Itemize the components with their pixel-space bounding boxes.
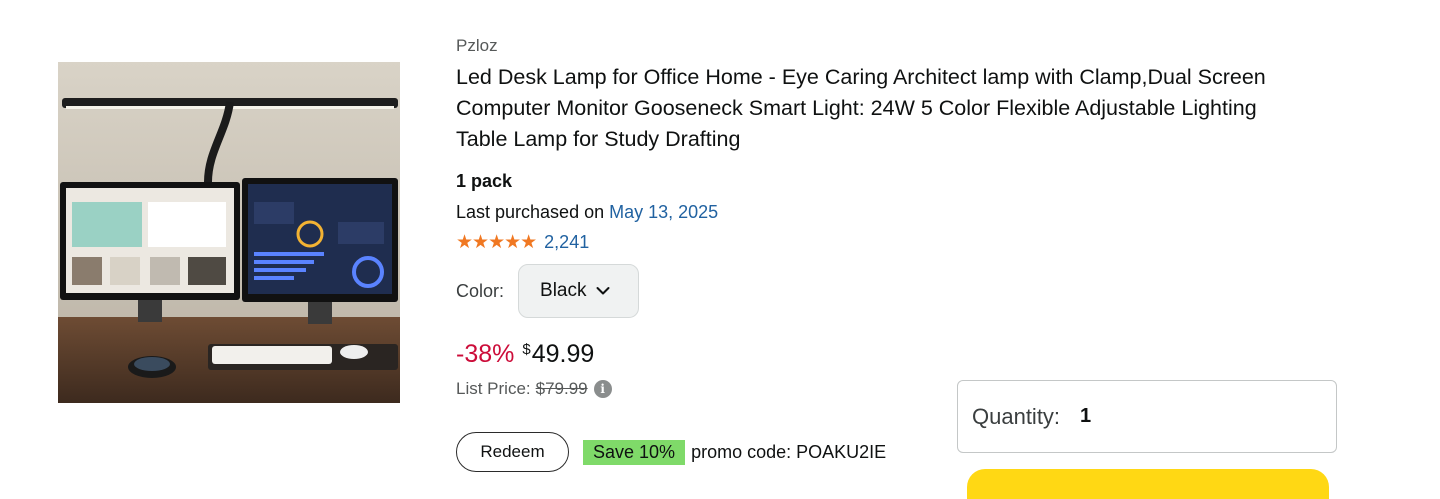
product-title[interactable]: Led Desk Lamp for Office Home - Eye Cari… [456, 62, 1306, 155]
rating-count-link[interactable]: 2,241 [544, 232, 589, 253]
promo-row: Redeem Save 10% promo code: POAKU2IE [456, 432, 886, 472]
currency-symbol: $ [522, 341, 531, 358]
desk-lamp-photo [58, 62, 400, 403]
product-image[interactable] [58, 62, 400, 403]
color-selected-value: Black [540, 280, 587, 301]
promo-code-text: promo code: POAKU2IE [691, 441, 887, 462]
quantity-selector[interactable]: Quantity: 1 [957, 380, 1337, 453]
color-selector: Color: Black [456, 264, 1316, 318]
price-amount: 49.99 [531, 340, 595, 368]
discount-percent: -38% [456, 340, 515, 368]
brand-name[interactable]: Pzloz [456, 34, 1316, 58]
star-rating-icon[interactable]: ★★★★★ [456, 231, 537, 253]
last-purchased-date-link[interactable]: May 13, 2025 [609, 202, 718, 222]
save-badge: Save 10% [583, 439, 686, 465]
info-icon[interactable]: i [593, 380, 612, 398]
add-to-cart-button[interactable] [967, 469, 1329, 499]
list-price-label: List Price: [456, 379, 531, 398]
last-purchased-label: Last purchased on [456, 202, 605, 222]
product-info: Pzloz Led Desk Lamp for Office Home - Ey… [456, 34, 1316, 399]
redeem-button[interactable]: Redeem [456, 432, 569, 472]
rating[interactable]: ★★★★★ 2,241 [456, 230, 1316, 254]
color-label: Color: [456, 280, 505, 301]
price-block: -38% $ 49.99 [456, 340, 1316, 369]
last-purchased: Last purchased on May 13, 2025 [456, 200, 1316, 224]
color-dropdown[interactable]: Black [518, 264, 640, 318]
list-price-value: $79.99 [535, 379, 588, 398]
quantity-label: Quantity: [972, 403, 1061, 429]
quantity-value: 1 [1080, 405, 1092, 427]
chevron-down-icon [596, 287, 610, 295]
pack-size: 1 pack [456, 171, 513, 191]
